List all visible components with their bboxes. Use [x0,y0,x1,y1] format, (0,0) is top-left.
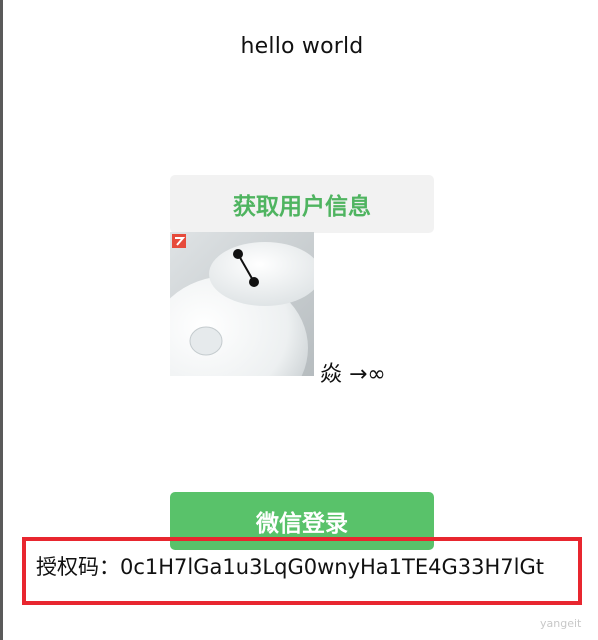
page-title: hello world [240,34,364,59]
window-left-edge [0,0,3,640]
user-nickname: 焱 →∞ [320,362,386,387]
robot-avatar-image [170,232,314,376]
avatar [170,232,314,376]
watermark-text: yangeit [540,617,582,630]
get-user-info-button[interactable]: 获取用户信息 [170,175,434,233]
auth-code-text: 授权码：0c1H7lGa1u3LqG0wnyHa1TE4G33H7lGt [36,555,544,579]
page: hello world 获取用户信息 焱 →∞ 微信登录 授权码：0c1H7lG… [0,0,598,640]
